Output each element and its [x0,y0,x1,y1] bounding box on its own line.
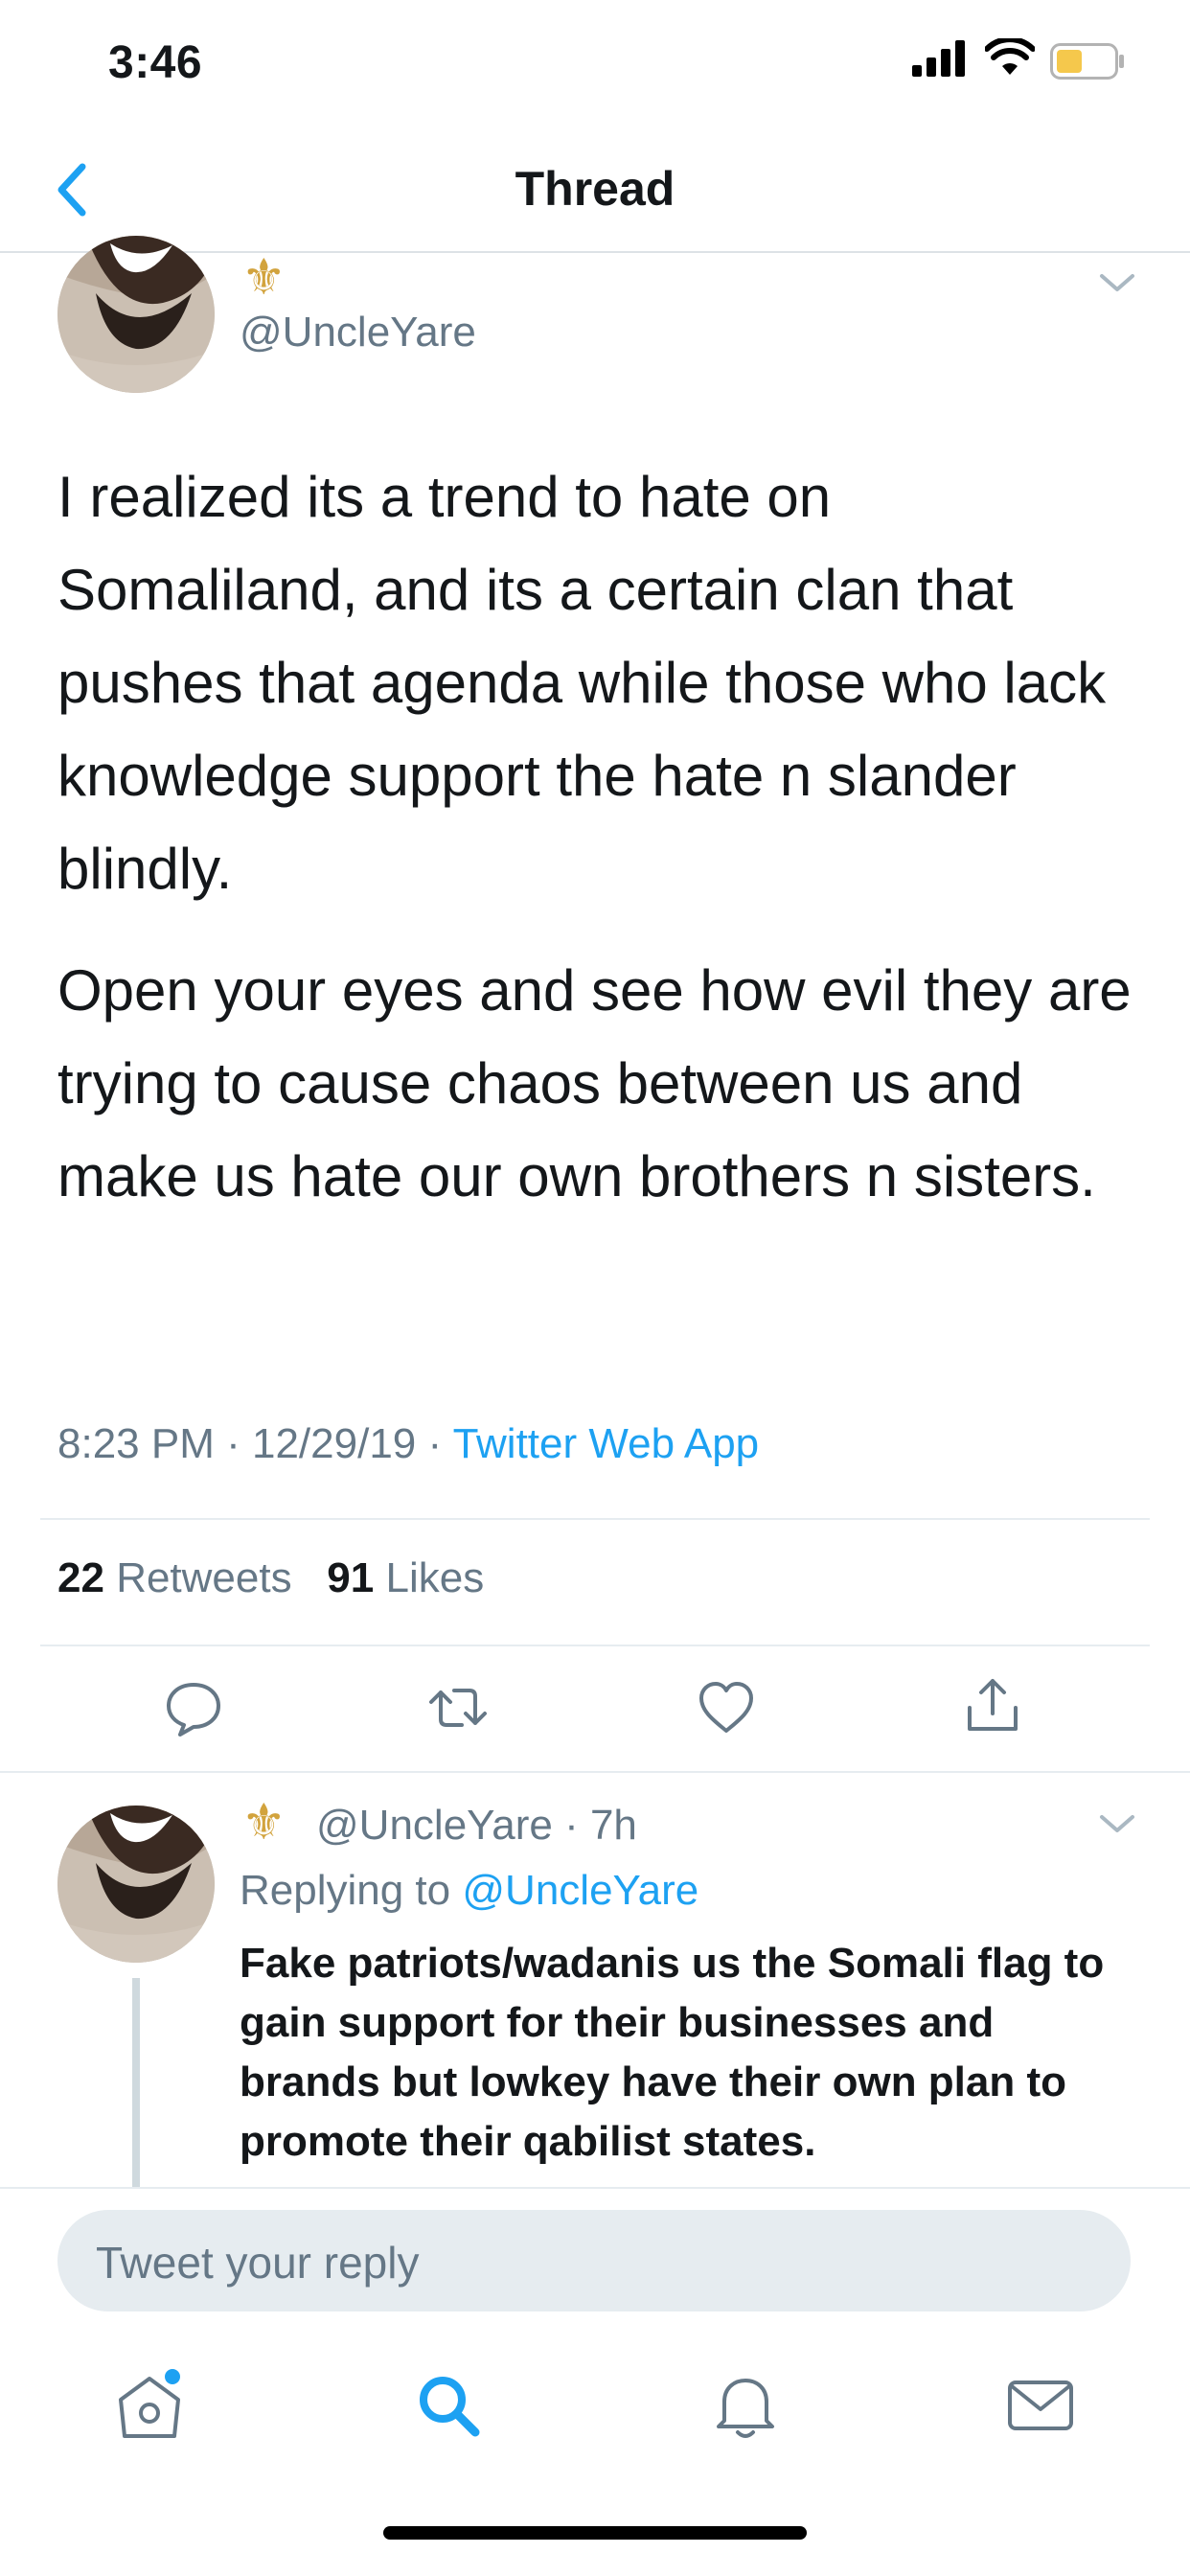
divider [40,1518,1150,1520]
home-icon[interactable] [111,2367,188,2444]
author-handle[interactable]: @UncleYare [240,309,476,356]
status-time: 3:46 [108,37,203,88]
chevron-down-icon[interactable] [1098,272,1136,295]
retweets-label: Retweets [116,1554,292,1601]
reply-age: 7h [589,1802,637,1849]
retweets-count: 22 [57,1554,104,1601]
messages-envelope-icon[interactable] [1002,2367,1079,2444]
likes-count: 91 [327,1554,375,1601]
likes-label: Likes [385,1554,485,1601]
like-heart-icon[interactable] [696,1677,757,1738]
fleur-de-lis-emoji: ⚜ [241,250,286,306]
search-icon[interactable] [410,2367,487,2444]
avatar[interactable] [57,1806,215,1963]
page-title: Thread [515,162,675,216]
retweets-stat[interactable]: 22 Retweets [57,1554,292,1601]
battery-icon [1050,43,1124,80]
reply-input-placeholder: Tweet your reply [96,2238,420,2288]
reply-author-handle[interactable]: @UncleYare [316,1802,553,1849]
tweet-date: 12/29/19 [251,1420,417,1467]
replying-to-label: Replying to [240,1867,451,1914]
tweet-stats: 22 Retweets 91 Likes [57,1554,484,1602]
tweet-time: 8:23 PM [57,1420,215,1467]
divider [0,1771,1190,1773]
chevron-down-icon[interactable] [1098,1813,1136,1836]
wifi-icon [985,38,1035,75]
reply-icon[interactable] [163,1677,224,1738]
replying-to-handle[interactable]: @UncleYare [462,1867,698,1914]
share-icon[interactable] [962,1675,1023,1736]
likes-stat[interactable]: 91 Likes [327,1554,484,1601]
reply-tweet-text: Fake patriots/wadanis us the Somali flag… [240,1940,1105,2165]
tweet-text-paragraph: I realized its a trend to hate on Somali… [57,465,1107,901]
retweet-icon[interactable] [427,1677,489,1738]
thread-connector-line [132,1978,140,2189]
tweet-source-link[interactable]: Twitter Web App [453,1420,760,1467]
cellular-signal-icon [912,40,965,77]
home-indicator[interactable] [383,2526,807,2540]
replying-to: Replying to @UncleYare [240,1867,698,1915]
tweet-meta: 8:23 PM · 12/29/19 · Twitter Web App [57,1420,760,1467]
notifications-bell-icon[interactable] [707,2367,784,2444]
reply-header: @UncleYare · 7h [316,1802,637,1849]
tweet-text-paragraph: Open your eyes and see how evil they are… [57,958,1132,1208]
fleur-de-lis-emoji: ⚜ [241,1795,286,1851]
avatar[interactable] [57,236,215,393]
divider [40,1644,1150,1646]
